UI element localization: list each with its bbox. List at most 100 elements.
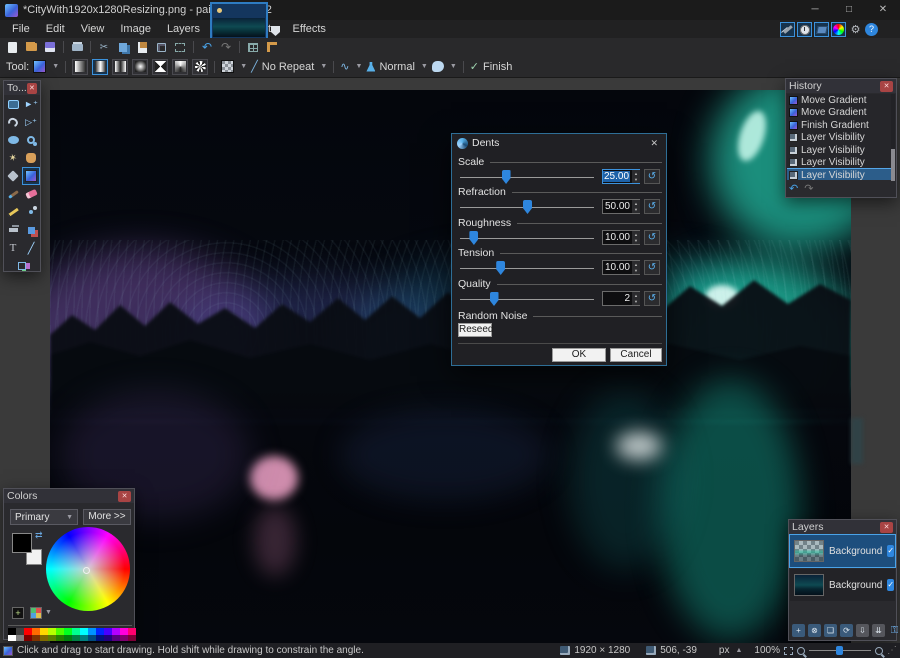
paste-icon[interactable] [134,40,150,54]
zoom-in-icon[interactable] [875,646,883,655]
layer-row[interactable]: Background ✓ [790,569,895,601]
cancel-button[interactable]: Cancel [610,348,662,362]
palette-swatch[interactable] [72,634,80,641]
layer-visible-checkbox[interactable]: ✓ [887,545,895,557]
settings-gear-icon[interactable]: ⚙ [848,22,863,37]
save-icon[interactable] [42,40,58,54]
chevron-down-icon[interactable]: ▼ [320,63,327,70]
tool-movepixels-icon[interactable]: ►⁺ [22,95,40,113]
copy-icon[interactable] [115,40,131,54]
tool-shapes-icon[interactable] [13,257,31,275]
blend-mode-value[interactable]: Normal [379,61,414,73]
ruler-icon[interactable] [264,40,280,54]
tool-text-icon[interactable]: T [4,239,22,257]
history-scrollbar-thumb[interactable] [891,149,895,181]
more-button[interactable]: More >> [83,509,131,525]
spinner-arrows[interactable]: ▲ ▼ [632,292,640,305]
unit-dropdown[interactable]: px [719,645,730,656]
finish-button[interactable]: Finish [483,61,512,73]
palette-swatch[interactable] [96,634,104,641]
palette-swatch[interactable] [32,634,40,641]
tool-gradient-icon[interactable] [22,167,40,185]
image-tab-thumbnail[interactable] [210,2,268,40]
slider-thumb[interactable] [496,261,506,275]
palette-swatch[interactable] [24,634,32,641]
menu-file[interactable]: File [4,20,38,38]
zoom-slider-thumb[interactable] [836,646,843,655]
add-color-icon[interactable]: + [12,607,24,619]
palette-swatch[interactable] [16,634,24,641]
palette-swatch[interactable] [80,634,88,641]
spinner-arrows[interactable]: ▲ ▼ [632,170,640,183]
antialias-icon[interactable] [431,61,444,72]
reset-icon[interactable]: ↺ [644,169,660,184]
add-layer-icon[interactable]: + [792,624,805,637]
tool-ellipse-icon[interactable] [4,131,22,149]
fit-window-icon[interactable] [784,646,793,655]
close-button[interactable]: ✕ [866,0,900,20]
gradient-mode-spiral[interactable] [192,58,209,75]
rotate-zoom-icon[interactable]: ⟳ [840,624,853,637]
help-icon[interactable]: ? [865,23,878,36]
menu-image[interactable]: Image [112,20,159,38]
delete-layer-icon[interactable]: ⊗ [808,624,821,637]
palette-swatch[interactable] [56,634,64,641]
spinner-arrows[interactable]: ▲ ▼ [632,261,640,274]
gradient-mode-linear[interactable] [72,58,89,75]
tool-pencil-icon[interactable] [4,203,22,221]
tool-wand-icon[interactable]: ✶ [4,149,22,167]
tool-picker-icon[interactable] [22,203,40,221]
primary-color-swatch[interactable] [12,533,32,553]
tool-rectselect-icon[interactable] [4,95,22,113]
crop-to-selection-icon[interactable] [153,40,169,54]
tools-panel-titlebar[interactable]: To... ✕ [4,81,40,95]
history-item[interactable]: Move Gradient [787,94,891,107]
palette-swatch[interactable] [104,634,112,641]
history-item[interactable]: Layer Visibility [787,157,891,170]
menu-effects[interactable]: Effects [285,20,334,38]
tool-lasso-icon[interactable] [4,113,22,131]
colors-toggle-icon[interactable] [831,22,846,37]
history-toggle-icon[interactable] [797,22,812,37]
chevron-down-icon[interactable]: ▼ [240,63,247,70]
open-folder-icon[interactable] [23,40,39,54]
gradient-mode-conical[interactable] [172,58,189,75]
tool-brush-icon[interactable] [4,185,22,203]
merge-down-icon[interactable]: ⇩ [856,624,869,637]
color-wheel-selector[interactable] [83,567,90,574]
reset-icon[interactable]: ↺ [644,291,660,306]
gradient-mode-radial[interactable] [132,58,149,75]
history-redo-icon[interactable]: ↷ [804,182,813,195]
cut-icon[interactable]: ✂ [96,40,112,54]
tool-recolor-icon[interactable] [22,221,40,239]
layers-panel-titlebar[interactable]: Layers ✕ [789,520,896,534]
maximize-button[interactable]: □ [832,0,866,20]
palette-swatch[interactable] [128,634,136,641]
chevron-down-icon[interactable]: ▼ [52,63,59,70]
palette-swatch[interactable] [112,634,120,641]
reset-icon[interactable]: ↺ [644,199,660,214]
slider-track[interactable] [460,177,594,178]
flatten-icon[interactable]: ⇊ [872,624,885,637]
palette-swatch[interactable] [120,634,128,641]
grid-icon[interactable] [245,40,261,54]
palette-menu-icon[interactable] [30,607,42,619]
ok-button[interactable]: OK [552,348,606,362]
interpolation-curve-icon[interactable]: ∿ [340,60,349,73]
palette-swatch[interactable] [40,634,48,641]
gradient-mode-linear-reflected[interactable] [92,58,109,75]
tool-bucket-icon[interactable] [4,167,22,185]
reseed-button[interactable]: Reseed [458,323,493,337]
duplicate-layer-icon[interactable]: ❏ [824,624,837,637]
slider-thumb[interactable] [501,170,511,184]
slider-thumb[interactable] [489,292,499,306]
slider-track[interactable] [460,299,594,300]
dents-dialog-titlebar[interactable]: Dents ✕ [452,134,666,152]
palette-swatch[interactable] [48,634,56,641]
tool-line-icon[interactable]: ╱ [22,239,40,257]
tool-eraser-icon[interactable] [22,185,40,203]
new-document-icon[interactable] [4,40,20,54]
layers-toggle-icon[interactable] [814,22,829,37]
chevron-down-icon[interactable]: ▼ [450,63,457,70]
close-icon[interactable]: ✕ [880,80,893,92]
